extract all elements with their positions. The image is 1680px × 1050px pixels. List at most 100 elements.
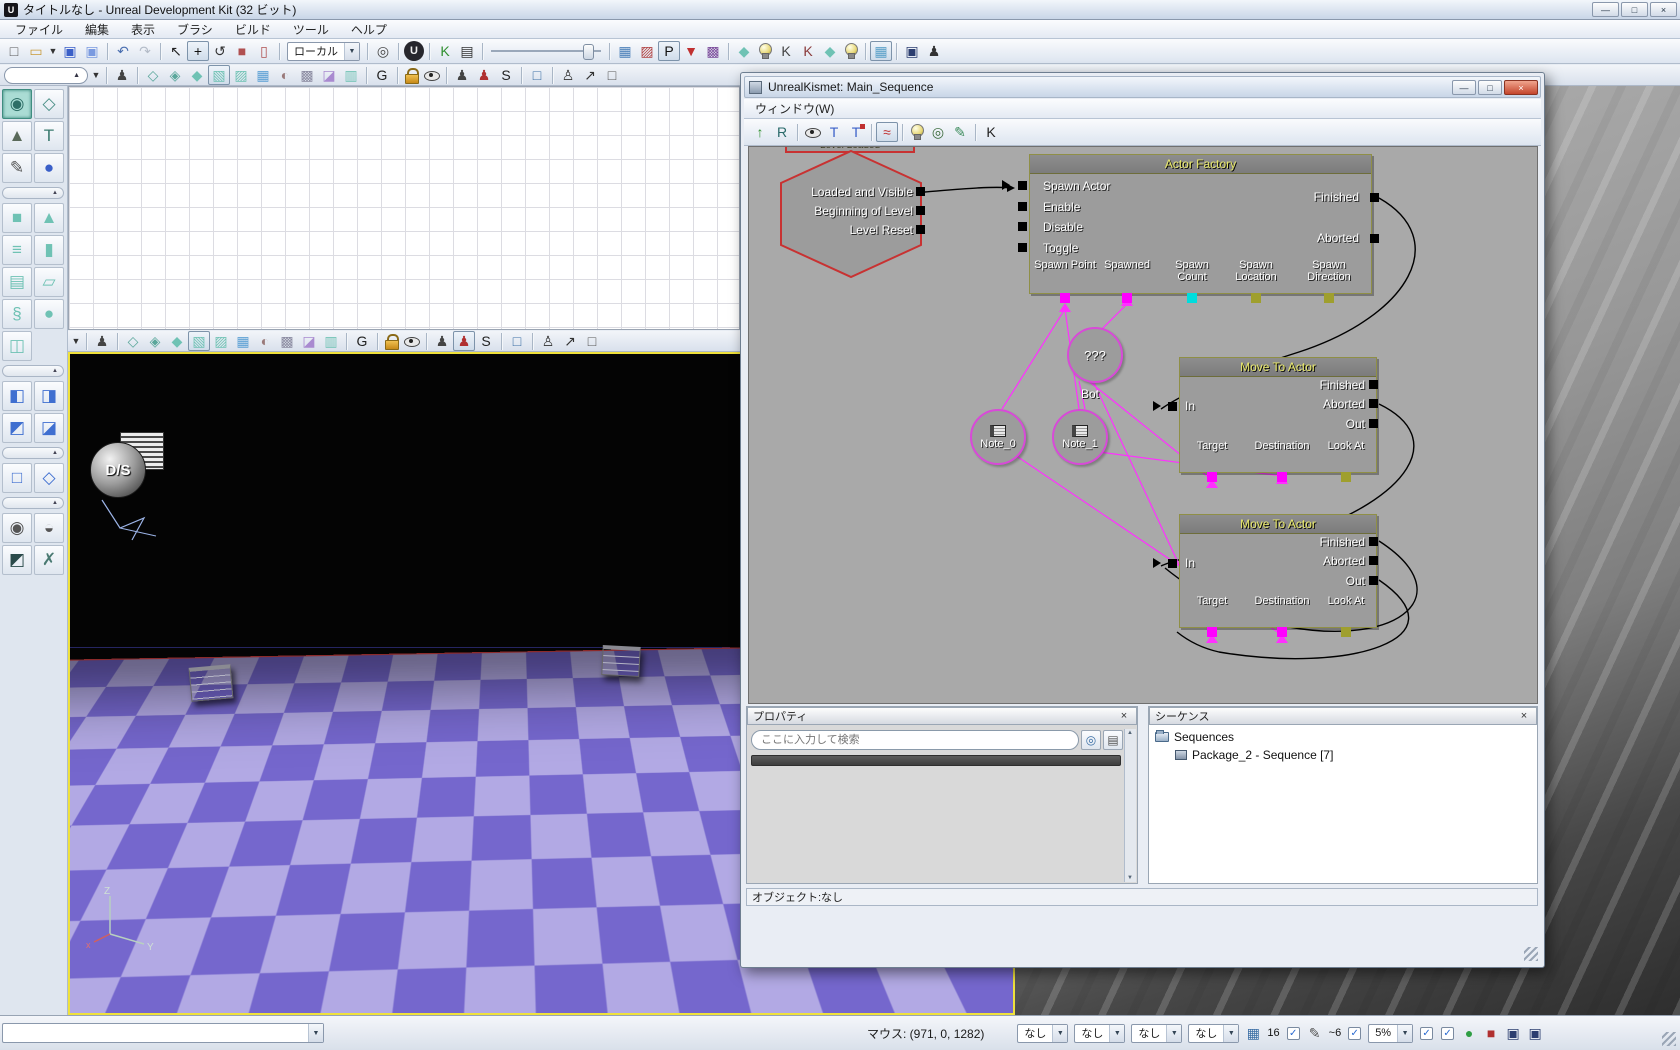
- texture-align-mode-button[interactable]: ✎: [2, 153, 32, 183]
- translate-tool-button[interactable]: +: [187, 41, 209, 61]
- search-icon[interactable]: ◎: [1081, 730, 1101, 750]
- lightmap-density-button[interactable]: ◪: [298, 331, 320, 351]
- sequences-close-button[interactable]: ×: [1517, 709, 1531, 723]
- event-output-port[interactable]: [916, 225, 925, 234]
- note0-variable-node[interactable]: Note_0: [970, 409, 1026, 465]
- property-category-bar[interactable]: [751, 755, 1121, 766]
- status-combo-2[interactable]: なし▼: [1074, 1024, 1125, 1043]
- geometry-mode-button[interactable]: ◇: [34, 89, 64, 119]
- expand-categories-icon[interactable]: ▤: [1103, 730, 1123, 750]
- close-button[interactable]: ×: [1650, 2, 1677, 17]
- float-viewport-button[interactable]: □: [581, 331, 603, 351]
- perspective-camera-button[interactable]: ♟: [451, 65, 473, 85]
- save-all-button[interactable]: ▣: [81, 41, 103, 61]
- palette-collapse-brushes[interactable]: ▲: [2, 365, 64, 377]
- lighting-quality-button[interactable]: [844, 42, 858, 60]
- scale-snap-combo[interactable]: 5%▼: [1368, 1024, 1413, 1043]
- undo-button[interactable]: ↶: [112, 41, 134, 61]
- sphere-brush-button[interactable]: ●: [34, 299, 64, 329]
- player-start-button[interactable]: ♙: [557, 65, 579, 85]
- tree-row-sequences[interactable]: Sequences: [1149, 728, 1537, 746]
- show-flags-icon[interactable]: [403, 333, 420, 349]
- variable-port[interactable]: [1060, 293, 1070, 303]
- csg-subtract-button[interactable]: ◨: [34, 381, 64, 411]
- scale-snap-checkbox[interactable]: ✓: [1420, 1027, 1433, 1040]
- wireframe-mode-button[interactable]: ◇: [142, 65, 164, 85]
- menu-file[interactable]: ファイル: [4, 20, 74, 39]
- viewport-lock-button[interactable]: ♟: [111, 65, 133, 85]
- brush-wireframe-mode-button[interactable]: ◈: [144, 331, 166, 351]
- search-sequence-button[interactable]: ◎: [927, 122, 949, 142]
- maximize-viewport-button[interactable]: ↗: [559, 331, 581, 351]
- update-node-button[interactable]: ✎: [949, 122, 971, 142]
- lit-mode-button[interactable]: ▧: [208, 65, 230, 85]
- unreal-camera-button[interactable]: ♟: [473, 65, 495, 85]
- open-kismet-button[interactable]: K: [434, 41, 456, 61]
- palette-collapse-modes[interactable]: ▲: [2, 187, 64, 199]
- autosave-checkbox[interactable]: ✓: [1441, 1027, 1454, 1040]
- zoom-to-fit-button[interactable]: T: [823, 122, 845, 142]
- scale-nonuniform-tool-button[interactable]: ▯: [253, 41, 275, 61]
- content-browser-button[interactable]: ▦: [614, 41, 636, 61]
- game-view-button[interactable]: G: [371, 65, 393, 85]
- new-event-icon[interactable]: [910, 123, 924, 141]
- save-map-button[interactable]: ▣: [59, 41, 81, 61]
- palette-collapse-volumes[interactable]: ▲: [2, 497, 64, 509]
- sequences-panel-header[interactable]: シーケンス ×: [1149, 707, 1537, 725]
- remote-control-button[interactable]: ▣: [901, 41, 923, 61]
- curved-connections-toggle[interactable]: ≈: [876, 122, 898, 142]
- brush-wireframe-mode-button[interactable]: ◈: [164, 65, 186, 85]
- cook-packages-button[interactable]: ▩: [702, 41, 724, 61]
- add-volume-button[interactable]: ◇: [34, 463, 64, 493]
- output-port[interactable]: [1369, 576, 1378, 585]
- unlit-mode-button[interactable]: ◆: [166, 331, 188, 351]
- output-port[interactable]: [1370, 234, 1379, 243]
- input-port[interactable]: [1018, 222, 1027, 231]
- viewport-lock-button[interactable]: ♟: [91, 331, 113, 351]
- variable-port[interactable]: [1324, 293, 1334, 303]
- note1-variable-node[interactable]: Note_1: [1052, 409, 1108, 465]
- csg-add-button[interactable]: ◧: [2, 381, 32, 411]
- kismet-maximize-button[interactable]: □: [1478, 80, 1502, 95]
- variable-port[interactable]: [1207, 627, 1217, 637]
- build-geometry-button[interactable]: ◆: [733, 41, 755, 61]
- float-viewport-button[interactable]: □: [601, 65, 623, 85]
- curved-stairs-brush-button[interactable]: ≡: [2, 235, 32, 265]
- cylinder-brush-button[interactable]: ▮: [34, 235, 64, 265]
- rename-sequence-button[interactable]: R: [771, 122, 793, 142]
- camera-speed-slider[interactable]: [491, 42, 601, 60]
- remote-status-icon[interactable]: ▣: [1502, 1023, 1524, 1043]
- stamp-button[interactable]: ♟: [923, 41, 945, 61]
- shader-complexity-button[interactable]: ▩: [296, 65, 318, 85]
- move-to-actor-node-1[interactable]: Move To Actor: [1179, 357, 1377, 473]
- new-map-button[interactable]: □: [3, 41, 25, 61]
- volumetric-brush-button[interactable]: ◫: [2, 331, 32, 361]
- viewport-menu-button[interactable]: ▼: [90, 65, 102, 85]
- viewport-menu-button[interactable]: ▼: [70, 331, 82, 351]
- output-port[interactable]: [1369, 419, 1378, 428]
- zoom-to-fit-selected-button[interactable]: T: [845, 122, 867, 142]
- udk-browser-button[interactable]: U: [404, 41, 424, 61]
- open-map-button[interactable]: ▭: [25, 41, 47, 61]
- cube-brush-button[interactable]: ■: [2, 203, 32, 233]
- status-combo-4[interactable]: なし▼: [1188, 1024, 1239, 1043]
- event-output-port[interactable]: [916, 187, 925, 196]
- parent-sequence-button[interactable]: ↑: [749, 122, 771, 142]
- network-status-icon[interactable]: ▣: [1524, 1023, 1546, 1043]
- output-port[interactable]: [1369, 399, 1378, 408]
- bot-variable-node[interactable]: ???: [1067, 327, 1123, 383]
- static-mesh-mode-button[interactable]: ●: [34, 153, 64, 183]
- detail-lighting-button[interactable]: ▨: [230, 65, 252, 85]
- box-stairs-brush-button[interactable]: ▤: [2, 267, 32, 297]
- menu-view[interactable]: 表示: [120, 20, 166, 39]
- lock-viewport-icon[interactable]: [385, 333, 398, 349]
- open-matinee-button[interactable]: ▤: [456, 41, 478, 61]
- maximize-viewport-button[interactable]: ↗: [579, 65, 601, 85]
- csg-deintersect-button[interactable]: ◪: [34, 413, 64, 443]
- input-port[interactable]: [1018, 202, 1027, 211]
- output-port[interactable]: [1369, 537, 1378, 546]
- maximize-button[interactable]: □: [1621, 2, 1648, 17]
- rotation-snap-icon[interactable]: ✎: [1304, 1023, 1326, 1043]
- variable-port[interactable]: [1277, 627, 1287, 637]
- publish-button[interactable]: ▼: [680, 41, 702, 61]
